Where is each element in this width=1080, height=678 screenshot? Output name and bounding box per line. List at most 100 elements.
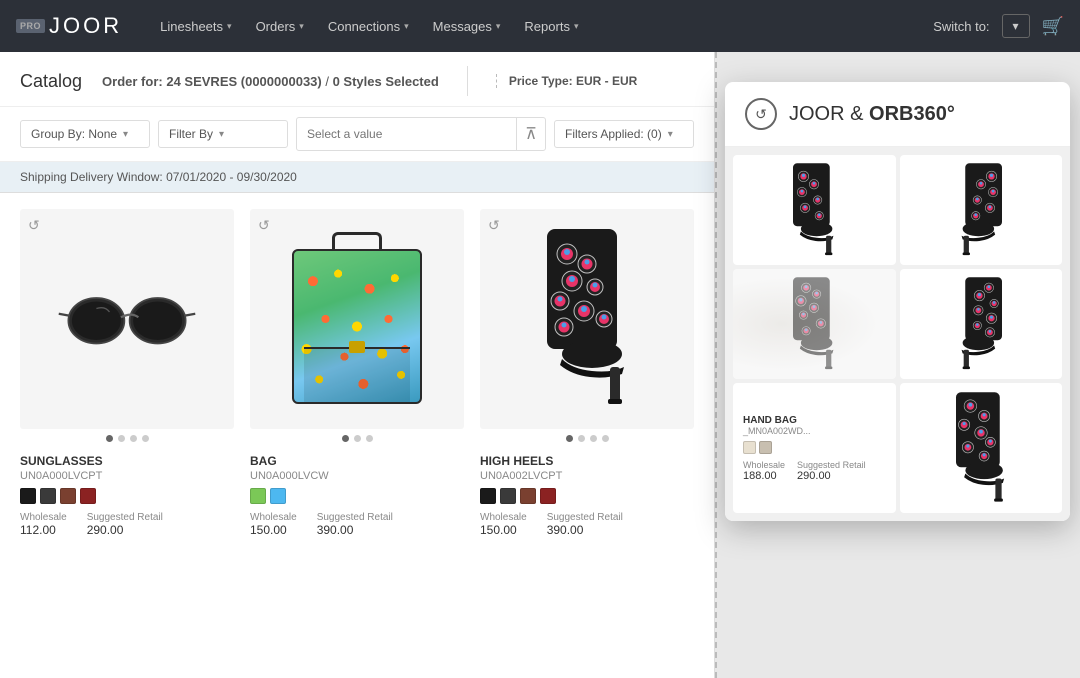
nav-reports[interactable]: Reports ▾: [514, 13, 588, 40]
price-type-divider: [467, 66, 468, 96]
retail-pricing: Suggested Retail 290.00: [87, 512, 163, 537]
product-image-heels[interactable]: ↺: [480, 209, 694, 429]
pro-badge: PRO: [16, 19, 45, 33]
orb-product-item[interactable]: [733, 155, 896, 265]
boot-image: [926, 158, 1036, 263]
orb-product-item[interactable]: [900, 269, 1063, 379]
nav-linesheets[interactable]: Linesheets ▾: [150, 13, 241, 40]
chevron-down-icon: ▾: [299, 21, 304, 32]
chevron-down-icon: ▾: [496, 21, 501, 32]
filter-funnel-icon[interactable]: ⊼: [516, 118, 545, 150]
switch-to-button[interactable]: ▾: [1002, 14, 1030, 38]
chevron-down-icon: ▾: [227, 21, 232, 32]
filters-applied[interactable]: Filters Applied: (0) ▾: [554, 120, 694, 148]
switch-to-label: Switch to:: [933, 19, 989, 34]
color-swatch[interactable]: [40, 488, 56, 504]
wholesale-pricing: Wholesale 112.00: [20, 512, 67, 537]
product-name: SUNGLASSES: [20, 454, 234, 468]
orb-product-item[interactable]: [900, 383, 1063, 513]
product-dots-bag: [250, 435, 464, 442]
orb-hand-bag-label: HAND BAG: [743, 415, 797, 426]
filter-by-select[interactable]: Filter By ▾: [158, 120, 288, 148]
filter-value-container: ⊼: [296, 117, 546, 151]
dot[interactable]: [354, 435, 361, 442]
chevron-down-icon: ▾: [404, 21, 409, 32]
color-swatch[interactable]: [270, 488, 286, 504]
orb-title: JOOR & ORB360°: [789, 103, 955, 126]
dot[interactable]: [602, 435, 609, 442]
orb-product-item[interactable]: [900, 155, 1063, 265]
retail-pricing: Suggested Retail 390.00: [547, 512, 623, 537]
dot[interactable]: [118, 435, 125, 442]
color-swatch[interactable]: [60, 488, 76, 504]
rotate-icon[interactable]: ↺: [488, 217, 500, 234]
product-card-sunglasses: ↺: [20, 209, 234, 662]
dot[interactable]: [342, 435, 349, 442]
refresh-icon[interactable]: ↺: [745, 98, 777, 130]
orb-color-swatch[interactable]: [759, 441, 772, 454]
product-colors: [480, 488, 694, 504]
dot[interactable]: [566, 435, 573, 442]
catalog-order-info: Order for: 24 SEVRES (0000000033) / 0 St…: [102, 74, 439, 89]
heels-image: [522, 219, 652, 419]
chevron-down-icon: ▾: [123, 129, 128, 140]
product-pricing: Wholesale 150.00 Suggested Retail 390.00: [250, 512, 464, 537]
nav-messages[interactable]: Messages ▾: [423, 13, 511, 40]
rotate-icon[interactable]: ↺: [258, 217, 270, 234]
retail-pricing: Suggested Retail 390.00: [317, 512, 393, 537]
product-colors: [20, 488, 234, 504]
catalog-header: Catalog Order for: 24 SEVRES (0000000033…: [0, 52, 714, 107]
product-image-bag[interactable]: ↺: [250, 209, 464, 429]
wholesale-value: 188.00: [743, 470, 785, 482]
color-swatch[interactable]: [20, 488, 36, 504]
navbar: PRO JOOR Linesheets ▾ Orders ▾ Connectio…: [0, 0, 1080, 52]
color-swatch[interactable]: [520, 488, 536, 504]
group-by-select[interactable]: Group By: None ▾: [20, 120, 150, 148]
main-content: Catalog Order for: 24 SEVRES (0000000033…: [0, 52, 1080, 678]
dot[interactable]: [106, 435, 113, 442]
dot[interactable]: [130, 435, 137, 442]
nav-connections[interactable]: Connections ▾: [318, 13, 419, 40]
nav-items: Linesheets ▾ Orders ▾ Connections ▾ Mess…: [150, 13, 933, 40]
product-pricing: Wholesale 112.00 Suggested Retail 290.00: [20, 512, 234, 537]
shipping-banner: Shipping Delivery Window: 07/01/2020 - 0…: [0, 162, 714, 193]
product-name: BAG: [250, 454, 464, 468]
nav-orders[interactable]: Orders ▾: [246, 13, 314, 40]
dot[interactable]: [578, 435, 585, 442]
orb-color-swatch[interactable]: [743, 441, 756, 454]
chevron-down-icon: ▾: [574, 21, 579, 32]
color-swatch[interactable]: [500, 488, 516, 504]
filter-value-input[interactable]: [297, 121, 516, 147]
retail-label: Suggested Retail: [797, 460, 866, 470]
dot[interactable]: [142, 435, 149, 442]
catalog-title: Catalog: [20, 71, 82, 92]
product-sku: UN0A000LVCPT: [20, 470, 234, 482]
color-swatch[interactable]: [540, 488, 556, 504]
orb-panel: ↺ JOOR & ORB360°: [725, 82, 1070, 521]
rotate-icon[interactable]: ↺: [28, 217, 40, 234]
sunglasses-image: [57, 284, 197, 354]
boot-image: [759, 158, 869, 263]
chevron-down-icon: ▾: [668, 129, 673, 140]
color-swatch[interactable]: [250, 488, 266, 504]
wholesale-pricing: Wholesale 150.00: [250, 512, 297, 537]
orb-hand-bag-sku: _MN0A002WD...: [743, 426, 811, 436]
orb-header: ↺ JOOR & ORB360°: [725, 82, 1070, 147]
wholesale-label: Wholesale: [743, 460, 785, 470]
color-swatch[interactable]: [480, 488, 496, 504]
orb-product-item[interactable]: [733, 269, 896, 379]
product-image-sunglasses[interactable]: ↺: [20, 209, 234, 429]
orb-product-grid: HAND BAG _MN0A002WD... Wholesale 188.00 …: [725, 147, 1070, 521]
dot[interactable]: [590, 435, 597, 442]
product-card-bag: ↺: [250, 209, 464, 662]
product-dots-heels: [480, 435, 694, 442]
dashed-divider: [715, 52, 717, 678]
products-grid: ↺: [0, 193, 714, 678]
orb-product-info-card: HAND BAG _MN0A002WD... Wholesale 188.00 …: [733, 383, 896, 513]
product-sku: UN0A002LVCPT: [480, 470, 694, 482]
chevron-down-icon: ▾: [219, 129, 224, 140]
cart-icon[interactable]: 🛒: [1042, 16, 1064, 37]
boot-image: [926, 272, 1036, 377]
dot[interactable]: [366, 435, 373, 442]
color-swatch[interactable]: [80, 488, 96, 504]
